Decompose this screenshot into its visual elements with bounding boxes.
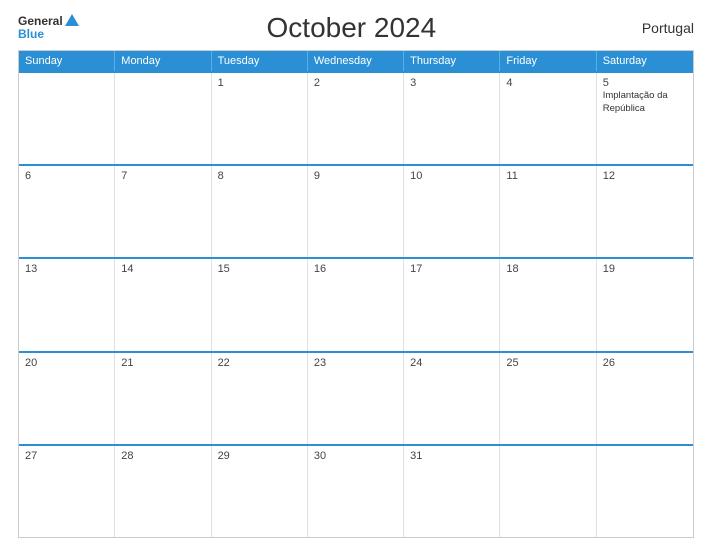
header-friday: Friday (500, 51, 596, 71)
day-cell-6: 6 (19, 166, 115, 257)
day-cell-16: 16 (308, 259, 404, 350)
day-cell-23: 23 (308, 353, 404, 444)
day-cell-10: 10 (404, 166, 500, 257)
day-cell-20: 20 (19, 353, 115, 444)
day-cell-22: 22 (212, 353, 308, 444)
day-cell (19, 73, 115, 164)
day-cell-1: 1 (212, 73, 308, 164)
header-monday: Monday (115, 51, 211, 71)
day-cell-7: 7 (115, 166, 211, 257)
week-row-4: 20 21 22 23 24 25 26 (19, 351, 693, 444)
week-row-1: 1 2 3 4 5 Implantação da República (19, 71, 693, 164)
day-cell-9: 9 (308, 166, 404, 257)
day-cell-17: 17 (404, 259, 500, 350)
day-cell-29: 29 (212, 446, 308, 537)
day-cell-15: 15 (212, 259, 308, 350)
country-label: Portugal (624, 20, 694, 36)
day-cell-19: 19 (597, 259, 693, 350)
day-cell-25: 25 (500, 353, 596, 444)
header: General Blue October 2024 Portugal (18, 12, 694, 44)
calendar-grid: Sunday Monday Tuesday Wednesday Thursday… (18, 50, 694, 538)
day-cell-3: 3 (404, 73, 500, 164)
day-cell-27: 27 (19, 446, 115, 537)
day-cell-12: 12 (597, 166, 693, 257)
day-cell-21: 21 (115, 353, 211, 444)
day-headers-row: Sunday Monday Tuesday Wednesday Thursday… (19, 51, 693, 71)
logo-text-general: General (18, 15, 63, 28)
header-tuesday: Tuesday (212, 51, 308, 71)
event-republica: Implantação da República (603, 90, 668, 114)
day-cell (597, 446, 693, 537)
week-row-5: 27 28 29 30 31 (19, 444, 693, 537)
header-saturday: Saturday (597, 51, 693, 71)
day-cell-30: 30 (308, 446, 404, 537)
day-cell-5: 5 Implantação da República (597, 73, 693, 164)
day-cell-2: 2 (308, 73, 404, 164)
day-cell-26: 26 (597, 353, 693, 444)
day-cell-4: 4 (500, 73, 596, 164)
day-cell-18: 18 (500, 259, 596, 350)
month-title: October 2024 (79, 12, 624, 44)
header-wednesday: Wednesday (308, 51, 404, 71)
calendar-page: General Blue October 2024 Portugal Sunda… (0, 0, 712, 550)
day-cell-24: 24 (404, 353, 500, 444)
logo: General Blue (18, 14, 79, 41)
day-cell-11: 11 (500, 166, 596, 257)
day-cell-14: 14 (115, 259, 211, 350)
week-row-2: 6 7 8 9 10 11 12 (19, 164, 693, 257)
weeks-container: 1 2 3 4 5 Implantação da República 6 7 8… (19, 71, 693, 537)
day-cell-31: 31 (404, 446, 500, 537)
day-cell-28: 28 (115, 446, 211, 537)
day-cell-8: 8 (212, 166, 308, 257)
logo-text-blue: Blue (18, 28, 44, 41)
header-sunday: Sunday (19, 51, 115, 71)
day-cell-13: 13 (19, 259, 115, 350)
day-cell (500, 446, 596, 537)
week-row-3: 13 14 15 16 17 18 19 (19, 257, 693, 350)
logo-triangle-icon (65, 14, 79, 26)
day-cell (115, 73, 211, 164)
header-thursday: Thursday (404, 51, 500, 71)
